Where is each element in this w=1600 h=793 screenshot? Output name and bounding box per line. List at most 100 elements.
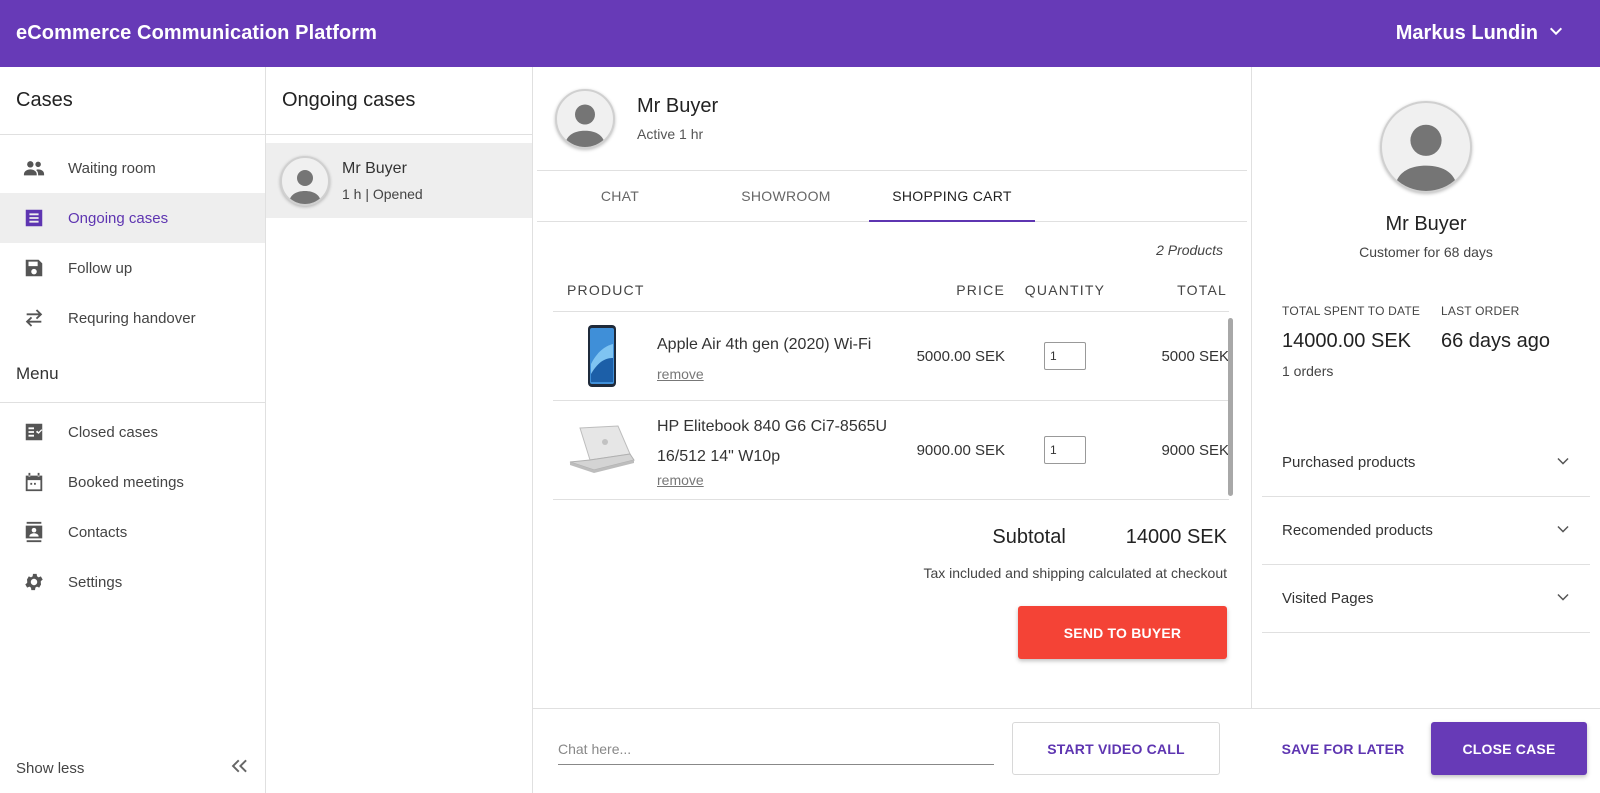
last-order-label: LAST ORDER <box>1441 304 1520 318</box>
column-header-total: TOTAL <box>1177 281 1227 298</box>
sidebar-item-ongoing-cases[interactable]: Ongoing cases <box>0 193 265 243</box>
buyer-name: Mr Buyer <box>637 95 719 117</box>
gear-icon <box>22 570 46 594</box>
chevron-down-icon <box>1548 22 1564 45</box>
person-icon <box>565 104 605 147</box>
tab-shopping-cart[interactable]: SHOPPING CART <box>869 171 1035 222</box>
product-total: 9000 SEK <box>1161 441 1229 459</box>
customer-info-panel: Mr Buyer Customer for 68 days TOTAL SPEN… <box>1251 67 1600 708</box>
quantity-input[interactable] <box>1044 436 1086 464</box>
product-total: 5000 SEK <box>1161 347 1229 365</box>
swap-icon <box>22 306 46 330</box>
quantity-input[interactable] <box>1044 342 1086 370</box>
table-row: HP Elitebook 840 G6 Ci7-8565U 16/512 14"… <box>553 401 1229 500</box>
user-name: Markus Lundin <box>1395 22 1538 44</box>
column-header-price: PRICE <box>956 281 1005 298</box>
buyer-status: Active 1 hr <box>637 126 704 142</box>
sidebar-item-label: Follow up <box>68 259 133 277</box>
product-price: 5000.00 SEK <box>916 347 1005 365</box>
subtotal-label: Subtotal <box>992 526 1066 548</box>
sidebar-item-label: Booked meetings <box>68 473 184 491</box>
remove-link[interactable]: remove <box>657 366 704 382</box>
tax-note: Tax included and shipping calculated at … <box>923 565 1227 581</box>
show-less-toggle[interactable]: Show less <box>0 743 266 793</box>
close-case-button[interactable]: CLOSE CASE <box>1431 722 1587 775</box>
ongoing-cases-panel: Ongoing cases Mr Buyer 1 h | Opened <box>266 67 533 793</box>
sidebar-item-label: Ongoing cases <box>68 209 169 227</box>
cases-nav: Waiting room Ongoing cases Follow up Req… <box>0 135 265 343</box>
product-name: Apple Air 4th gen (2020) Wi-Fi <box>657 335 872 353</box>
save-for-later-button[interactable]: SAVE FOR LATER <box>1273 722 1413 775</box>
cart-scrollbar[interactable] <box>1228 318 1233 496</box>
total-spent-value: 14000.00 SEK <box>1282 330 1411 352</box>
menu-heading: Menu <box>0 345 265 403</box>
menu-nav: Closed cases Booked meetings Contacts Se… <box>0 407 265 607</box>
sidebar-item-contacts[interactable]: Contacts <box>0 507 265 557</box>
case-detail-panel: Mr Buyer Active 1 hr CHAT SHOWROOM SHOPP… <box>533 67 1251 708</box>
customer-name: Mr Buyer <box>1385 213 1467 235</box>
checklist-icon <box>22 420 46 444</box>
customer-since: Customer for 68 days <box>1359 244 1493 260</box>
sidebar-item-waiting-room[interactable]: Waiting room <box>0 143 265 193</box>
ongoing-cases-heading: Ongoing cases <box>266 67 532 135</box>
sidebar-item-requring-handover[interactable]: Requring handover <box>0 293 265 343</box>
sidebar-item-follow-up[interactable]: Follow up <box>0 243 265 293</box>
product-name: HP Elitebook 840 G6 Ci7-8565U 16/512 14"… <box>657 417 888 465</box>
cart-table: PRODUCT PRICE QUANTITY TOTAL Apple Air 4… <box>553 268 1233 500</box>
tab-chat[interactable]: CHAT <box>537 171 703 221</box>
column-header-product: PRODUCT <box>567 281 645 298</box>
sidebar-item-booked-meetings[interactable]: Booked meetings <box>0 457 265 507</box>
person-icon <box>1394 124 1458 191</box>
table-row: Apple Air 4th gen (2020) Wi-Fi remove 50… <box>553 312 1229 401</box>
sidebar-item-closed-cases[interactable]: Closed cases <box>0 407 265 457</box>
remove-link[interactable]: remove <box>657 472 704 488</box>
accordion-label: Recomended products <box>1282 522 1433 539</box>
start-video-call-button[interactable]: START VIDEO CALL <box>1012 722 1220 775</box>
people-icon <box>22 156 46 180</box>
accordion-recomended-products[interactable]: Recomended products <box>1262 497 1590 565</box>
send-to-buyer-button[interactable]: SEND TO BUYER <box>1018 606 1227 659</box>
bottom-action-bar: START VIDEO CALL SAVE FOR LATER CLOSE CA… <box>533 708 1600 793</box>
sidebar-item-label: Contacts <box>68 523 128 541</box>
tab-showroom[interactable]: SHOWROOM <box>703 171 869 221</box>
chat-input[interactable] <box>558 733 994 765</box>
cases-heading: Cases <box>0 67 265 135</box>
double-chevron-left-icon <box>228 755 250 781</box>
tablet-product-image <box>567 321 637 391</box>
case-meta: 1 h | Opened <box>342 185 423 202</box>
sidebar-item-label: Requring handover <box>68 309 196 327</box>
avatar <box>280 155 330 206</box>
product-price: 9000.00 SEK <box>916 441 1005 459</box>
buyer-avatar <box>555 88 615 149</box>
cart-table-header: PRODUCT PRICE QUANTITY TOTAL <box>553 268 1229 312</box>
last-order-value: 66 days ago <box>1441 330 1550 352</box>
sidebar: Cases Waiting room Ongoing cases Follow … <box>0 67 266 793</box>
customer-stats: TOTAL SPENT TO DATE 14000.00 SEK 1 order… <box>1252 260 1600 379</box>
user-menu[interactable]: Markus Lundin <box>1396 22 1584 45</box>
case-list-item[interactable]: Mr Buyer 1 h | Opened <box>266 143 532 218</box>
laptop-product-image <box>567 415 637 485</box>
accordion-visited-pages[interactable]: Visited Pages <box>1262 565 1590 633</box>
app-title: eCommerce Communication Platform <box>16 22 378 44</box>
chevron-down-icon <box>1554 588 1572 610</box>
buyer-header: Mr Buyer Active 1 hr <box>537 67 1247 171</box>
chevron-down-icon <box>1554 520 1572 542</box>
show-less-label: Show less <box>16 759 85 777</box>
case-tabs: CHAT SHOWROOM SHOPPING CART <box>537 171 1247 222</box>
sidebar-item-label: Settings <box>68 573 123 591</box>
contacts-icon <box>22 520 46 544</box>
customer-accordions: Purchased products Recomended products V… <box>1262 429 1590 633</box>
subtotal-value: 14000 SEK <box>1125 526 1227 548</box>
total-spent-label: TOTAL SPENT TO DATE <box>1282 304 1421 318</box>
column-header-quantity: QUANTITY <box>1024 281 1106 298</box>
sidebar-item-settings[interactable]: Settings <box>0 557 265 607</box>
subtotal-row: Subtotal 14000 SEK <box>533 500 1251 549</box>
accordion-purchased-products[interactable]: Purchased products <box>1262 429 1590 497</box>
accordion-label: Visited Pages <box>1282 590 1374 607</box>
calendar-icon <box>22 470 46 494</box>
save-icon <box>22 256 46 280</box>
order-count: 1 orders <box>1282 363 1334 379</box>
cart-product-count: 2 Products <box>1156 242 1223 258</box>
top-app-bar: eCommerce Communication Platform Markus … <box>0 0 1600 67</box>
sidebar-item-label: Closed cases <box>68 423 159 441</box>
